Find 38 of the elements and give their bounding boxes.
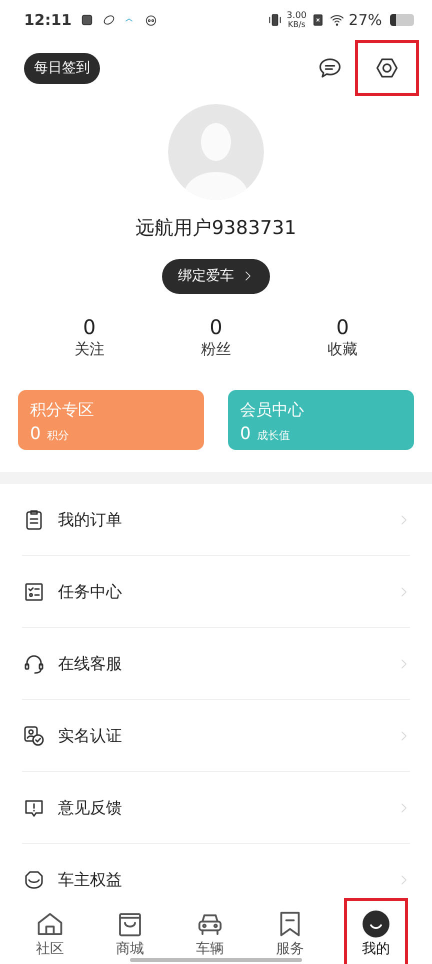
smiley-icon bbox=[361, 909, 391, 939]
card-title: 会员中心 bbox=[240, 399, 305, 421]
id-check-icon bbox=[22, 724, 46, 748]
username: 远航用户9383731 bbox=[136, 216, 296, 241]
card-unit: 积分 bbox=[46, 428, 69, 444]
sim-icon bbox=[310, 13, 325, 27]
card-value: 0 bbox=[240, 423, 251, 446]
menu-item[interactable]: 我的订单 bbox=[22, 484, 410, 556]
tab[interactable]: 我的 bbox=[347, 901, 405, 964]
bind-car-button[interactable]: 绑定爱车 bbox=[162, 258, 270, 294]
mascot-icon bbox=[144, 13, 158, 27]
wifi-icon bbox=[328, 12, 345, 28]
speed-unit: KB/s bbox=[288, 20, 306, 28]
vibrate-icon bbox=[266, 12, 283, 28]
stat-label[interactable]: 粉丝 bbox=[200, 338, 231, 360]
checkin-button[interactable]: 每日签到 bbox=[24, 52, 100, 84]
stat-value: 0 bbox=[82, 316, 96, 338]
menu-item[interactable]: 任务中心 bbox=[22, 556, 410, 628]
battery-icon bbox=[390, 14, 414, 26]
menu-item[interactable]: 实名认证 bbox=[22, 700, 410, 772]
status-time: 12:11 bbox=[24, 10, 72, 31]
notification-icon bbox=[80, 13, 94, 27]
battery-percent: 27% bbox=[348, 10, 382, 31]
tab[interactable]: 服务 bbox=[267, 907, 313, 964]
settings-button[interactable] bbox=[358, 43, 416, 93]
stat-label[interactable]: 关注 bbox=[74, 338, 104, 360]
tab[interactable]: 车辆 bbox=[187, 907, 233, 964]
menu-item[interactable]: 意见反馈 bbox=[22, 772, 410, 844]
network-speed: 3.00 bbox=[286, 12, 307, 20]
menu-item[interactable]: 在线客服 bbox=[22, 628, 410, 700]
stat-value: 0 bbox=[210, 316, 222, 338]
stat-label[interactable]: 收藏 bbox=[328, 338, 358, 360]
card-title: 积分专区 bbox=[30, 399, 95, 421]
card-unit: 成长值 bbox=[256, 428, 290, 444]
card-value: 0 bbox=[30, 423, 41, 446]
stat-value: 0 bbox=[336, 316, 349, 338]
tab[interactable]: 商城 bbox=[107, 907, 153, 964]
tab[interactable]: 社区 bbox=[27, 907, 73, 964]
